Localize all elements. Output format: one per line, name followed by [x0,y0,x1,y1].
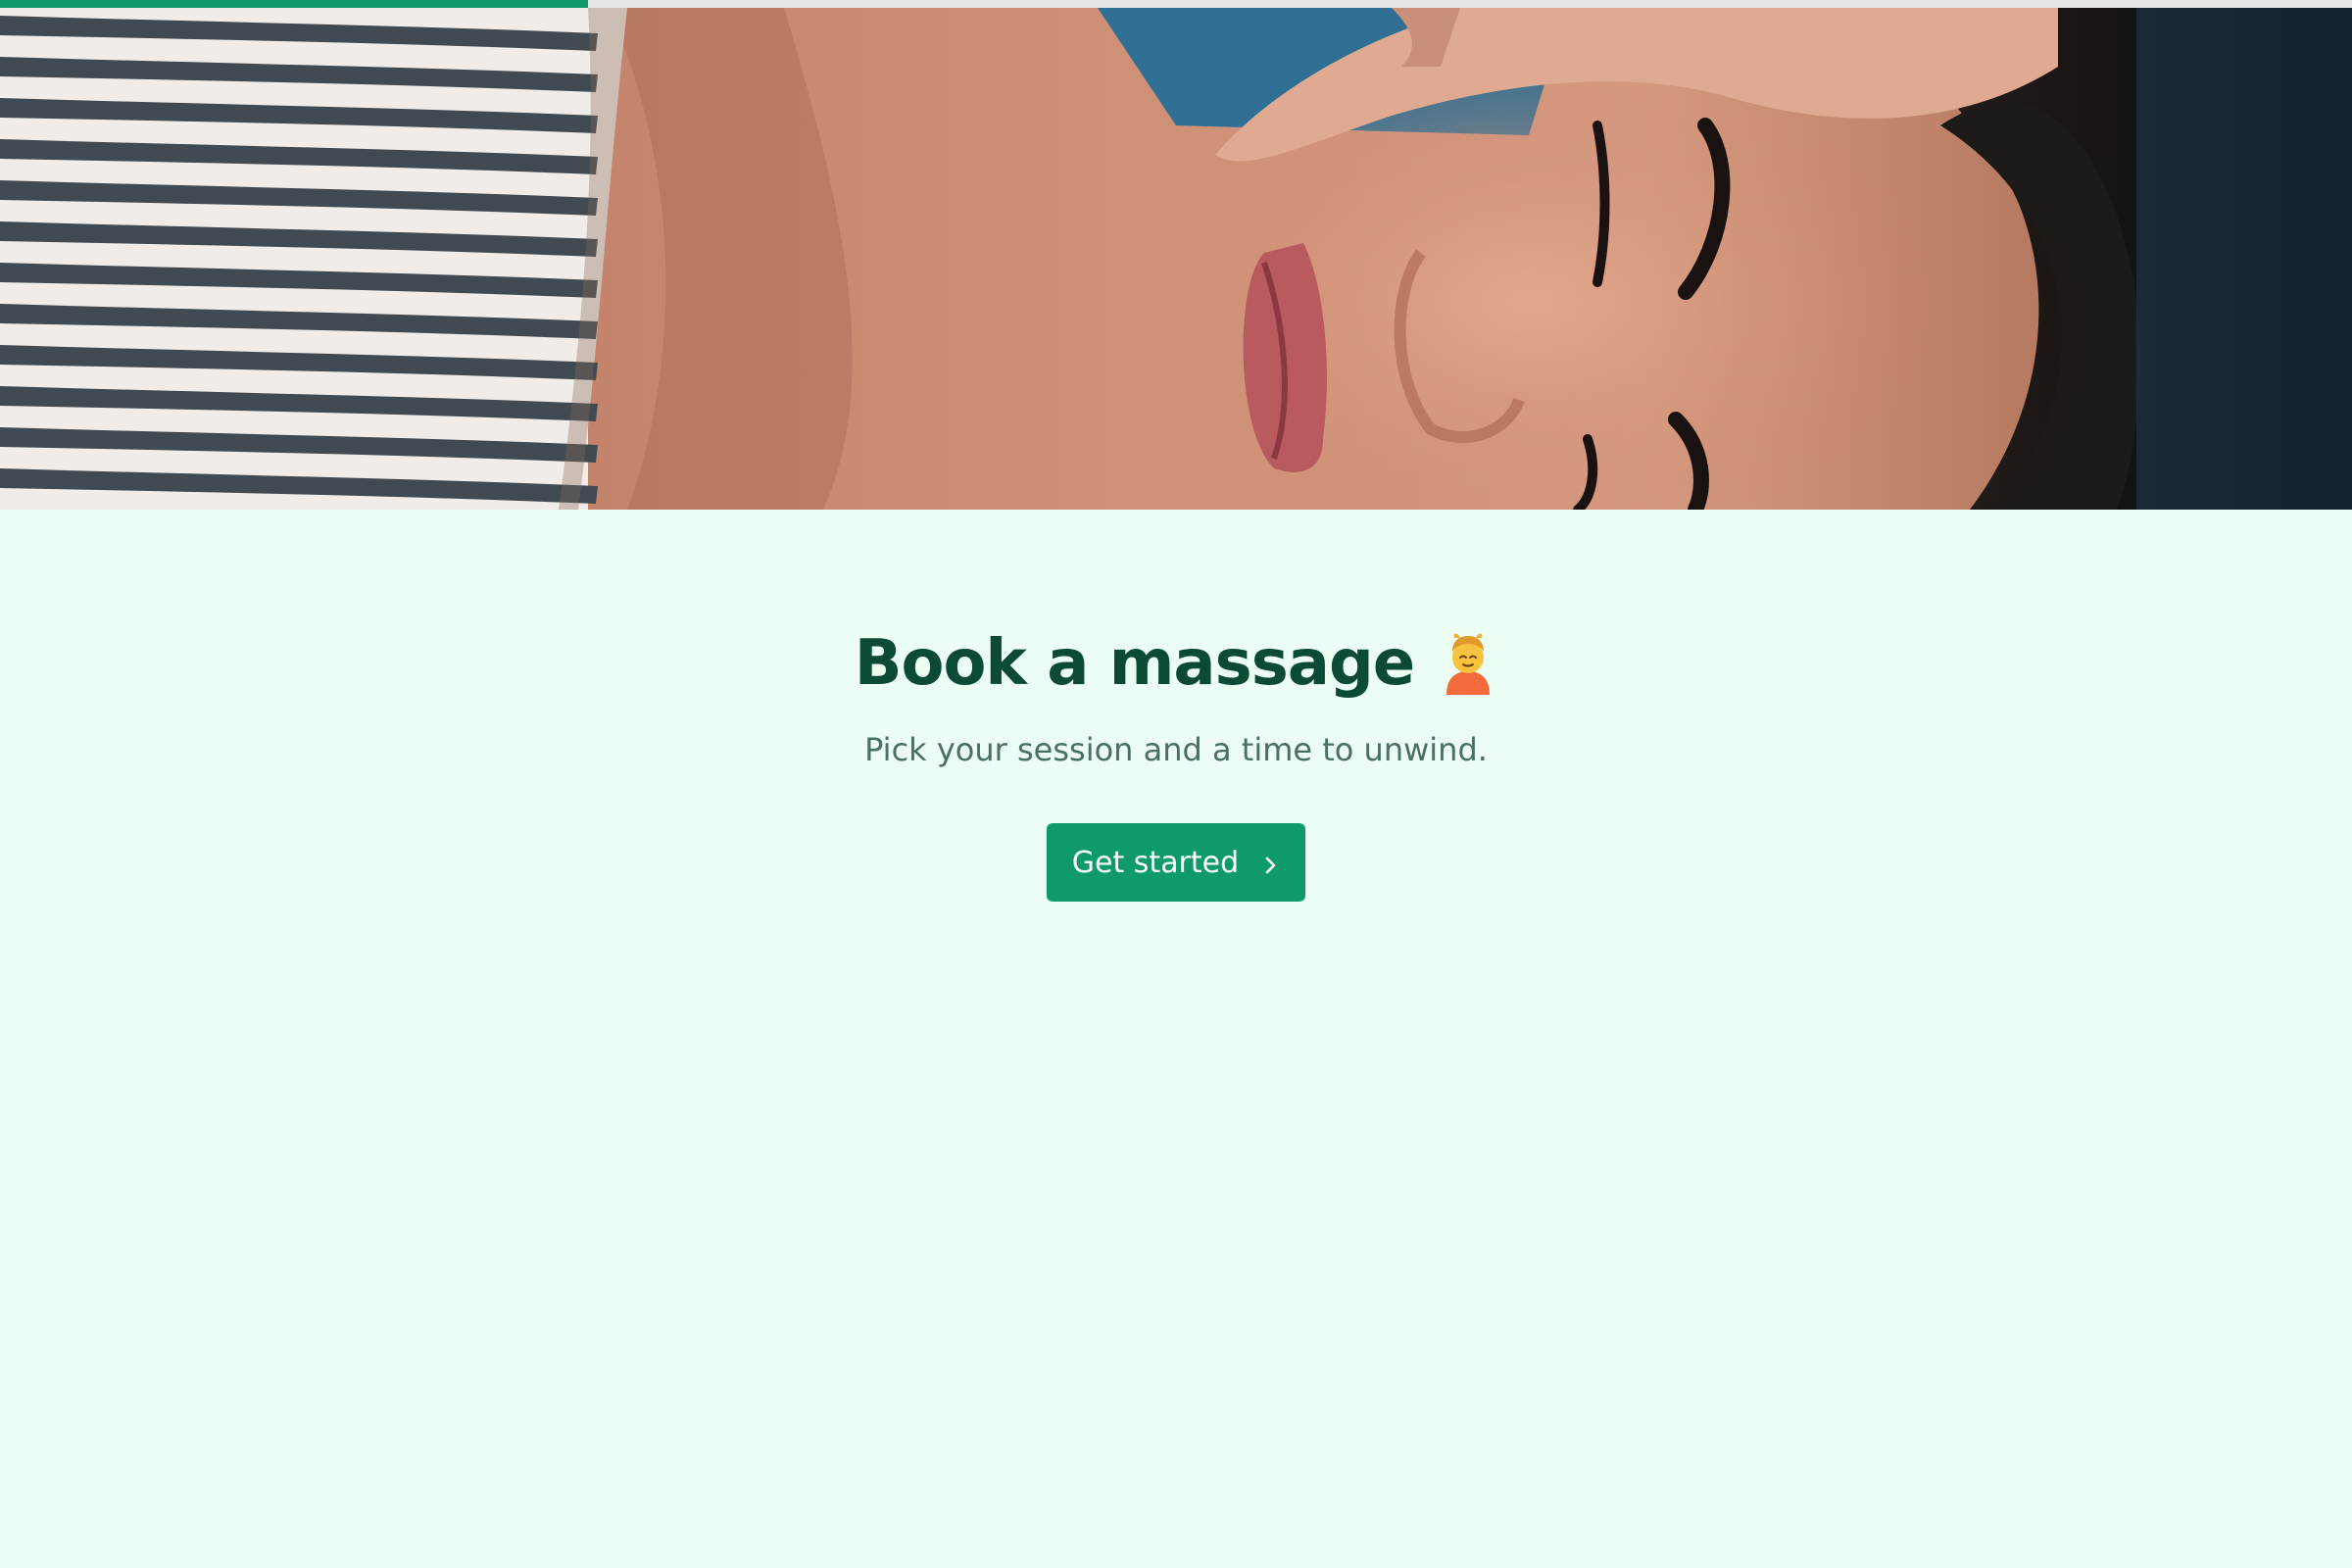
progress-bar-fill [0,0,588,8]
hero-image [0,8,2352,510]
subtitle: Pick your session and a time to unwind. [864,731,1488,768]
get-started-button[interactable]: Get started [1047,823,1305,902]
chevron-right-icon [1260,851,1280,874]
page-title: Book a massage [854,627,1415,700]
massage-emoji-icon [1439,632,1497,695]
main-content: Book a massage Pick your session and a t… [0,510,2352,1568]
title-row: Book a massage [0,627,2352,700]
get-started-label: Get started [1071,845,1240,880]
progress-bar [0,0,2352,8]
